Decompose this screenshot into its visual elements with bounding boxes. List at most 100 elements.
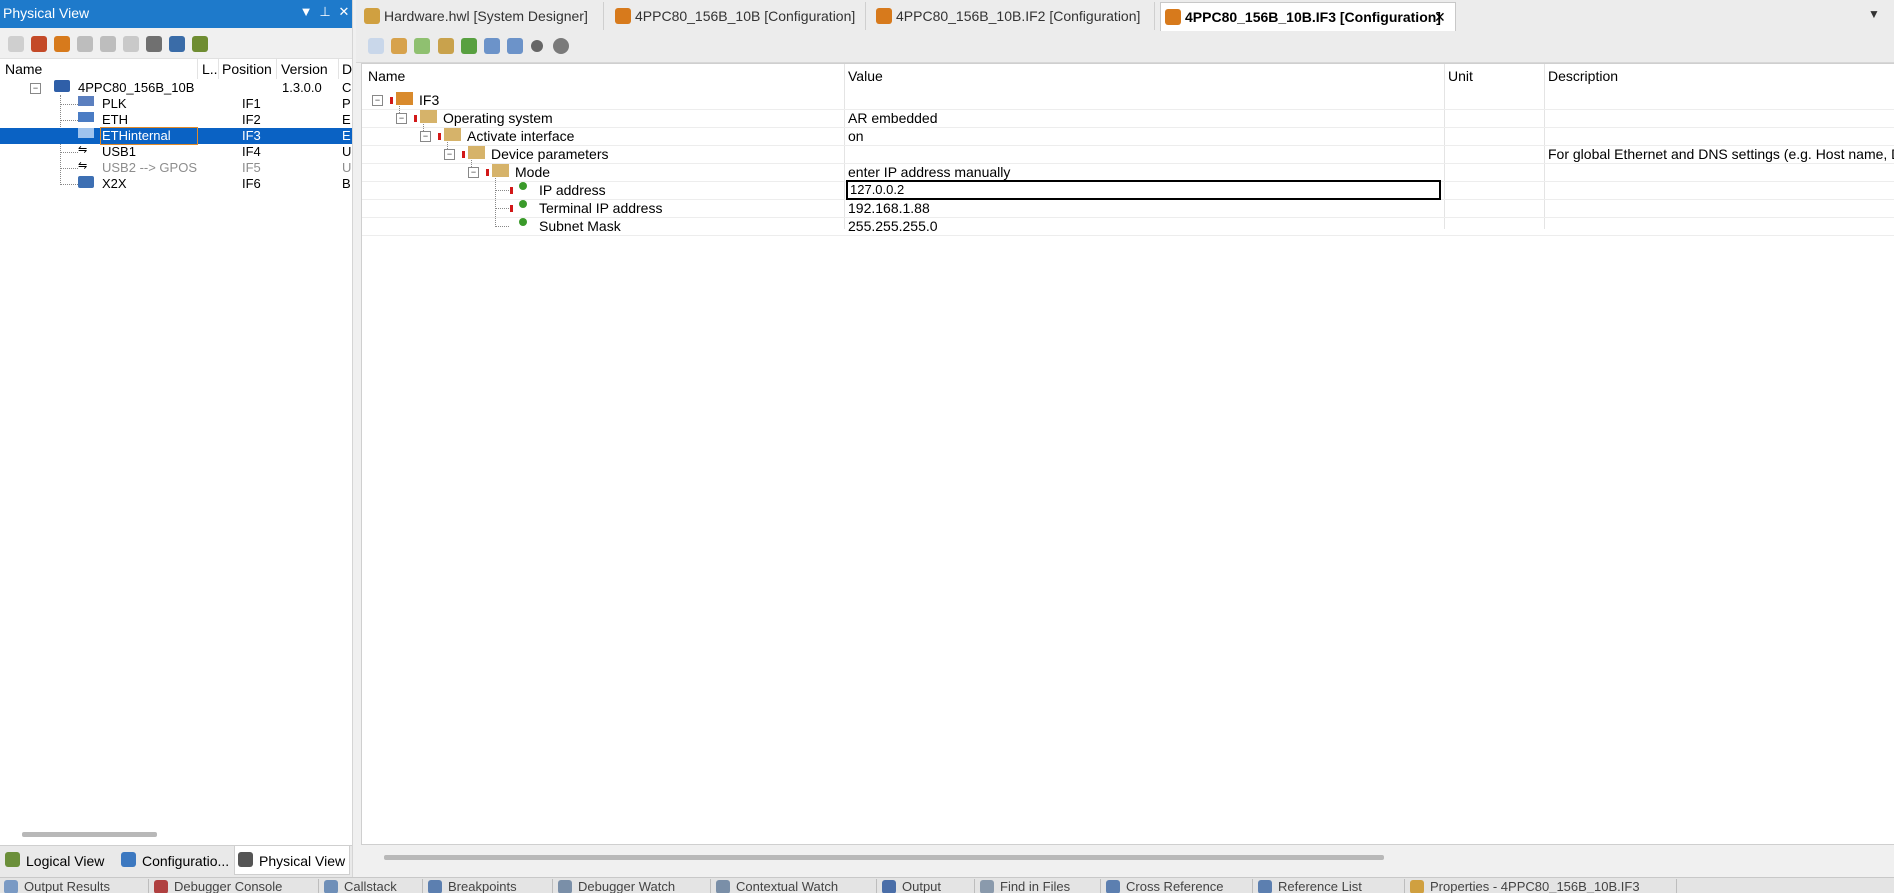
grid-row-if3[interactable]: − IF3 (362, 91, 1894, 110)
view-icon[interactable] (368, 38, 384, 54)
add-module-icon[interactable] (31, 36, 47, 52)
sort-ascending-icon[interactable] (507, 38, 523, 54)
grid-cell-value[interactable]: 255.255.255.0 (848, 218, 938, 234)
tab-if2-configuration[interactable]: 4PPC80_156B_10B.IF2 [Configuration] (872, 2, 1155, 30)
tab-configuration[interactable]: 4PPC80_156B_10B [Configuration] (611, 2, 866, 30)
tab-label: Breakpoints (448, 879, 517, 893)
close-icon[interactable]: ✕ (336, 4, 352, 22)
properties-icon (1410, 880, 1424, 893)
tab-label: Find in Files (1000, 879, 1071, 893)
tab-debugger-console[interactable]: Debugger Console (150, 879, 319, 893)
grid-row-operating-system[interactable]: − Operating system AR embedded (362, 109, 1894, 128)
tab-label: 4PPC80_156B_10B.IF2 [Configuration] (896, 8, 1141, 24)
collapse-icon[interactable]: − (468, 167, 479, 178)
tab-logical-view[interactable]: Logical View (0, 846, 113, 874)
tree-item-root[interactable]: − 4PPC80_156B_10B 1.3.0.0 C (0, 80, 352, 96)
collapse-icon[interactable]: − (396, 113, 407, 124)
record-icon[interactable] (531, 40, 543, 52)
column-header-description[interactable]: Description (1548, 68, 1618, 84)
grid-cell-value[interactable]: on (848, 128, 864, 144)
column-header-description[interactable]: D (342, 61, 352, 77)
tree-item-position: IF5 (242, 160, 261, 175)
network-icon[interactable] (169, 36, 185, 52)
tree-item-eth[interactable]: ETH IF2 E (0, 112, 352, 128)
configuration-icon (876, 8, 892, 24)
tab-output[interactable]: Output (878, 879, 975, 893)
tools-icon[interactable] (192, 36, 208, 52)
new-folder-icon[interactable] (391, 38, 407, 54)
tree-item-ethinternal[interactable]: ETHinternal IF3 E (0, 127, 352, 145)
ip-address-input[interactable]: 127.0.0.2 (846, 180, 1441, 200)
system-designer-icon (364, 8, 380, 24)
tree-item-desc: E (342, 128, 351, 143)
tree-item-usb2[interactable]: ⇋ USB2 --> GPOS IF5 U (0, 160, 352, 176)
folder-icon (492, 164, 509, 177)
panel-menu-dropdown-icon[interactable]: ▼ (298, 4, 314, 22)
tab-callstack[interactable]: Callstack (320, 879, 423, 893)
tree-header: Name L.. Position Version D (0, 59, 352, 79)
paste-icon[interactable] (100, 36, 116, 52)
grid-cell-name: IF3 (419, 92, 440, 108)
tree-item-name: ETH (102, 112, 128, 127)
tab-label: 4PPC80_156B_10B.IF3 [Configuration] (1185, 9, 1441, 25)
grid-cell-value[interactable]: AR embedded (848, 110, 938, 126)
pin-icon[interactable]: ⊥ (317, 4, 333, 22)
collapse-icon[interactable]: − (30, 83, 41, 94)
tab-properties[interactable]: Properties - 4PPC80_156B_10B.IF3 (1406, 879, 1677, 893)
tree-item-usb1[interactable]: ⇋ USB1 IF4 U (0, 144, 352, 160)
grid-row-subnet-mask[interactable]: Subnet Mask 255.255.255.0 (362, 217, 1894, 236)
search-icon[interactable] (146, 36, 162, 52)
tab-debugger-watch[interactable]: Debugger Watch (554, 879, 711, 893)
properties-icon[interactable] (123, 36, 139, 52)
collapse-icon[interactable]: − (372, 95, 383, 106)
column-header-value[interactable]: Value (848, 68, 883, 84)
required-marker-icon (414, 115, 417, 122)
column-header-unit[interactable]: Unit (1448, 68, 1473, 84)
tree-item-plk[interactable]: PLK IF1 P (0, 96, 352, 112)
add-parameter-icon[interactable] (414, 38, 430, 54)
collapse-icon[interactable]: − (420, 131, 431, 142)
column-header-name[interactable]: Name (368, 68, 405, 84)
tab-reference-list[interactable]: Reference List (1254, 879, 1405, 893)
grid-cell-value[interactable]: enter IP address manually (848, 164, 1010, 180)
configuration-icon[interactable] (54, 36, 70, 52)
grid-row-ip-address[interactable]: IP address 127.0.0.2 (362, 180, 1894, 200)
grid-row-terminal-ip-address[interactable]: Terminal IP address 192.168.1.88 (362, 199, 1894, 218)
required-marker-icon (438, 133, 441, 140)
interface-icon (396, 92, 413, 105)
tab-output-results[interactable]: Output Results (0, 879, 149, 893)
tab-label: Properties - 4PPC80_156B_10B.IF3 (1430, 879, 1640, 893)
physical-view-panel: Physical View ▼ ⊥ ✕ Name L.. Position Ve… (0, 0, 353, 877)
validate-icon[interactable] (461, 38, 477, 54)
column-header-l[interactable]: L.. (202, 61, 218, 77)
horizontal-scrollbar[interactable] (384, 855, 1384, 860)
navigate-icon[interactable] (438, 38, 454, 54)
tab-list-dropdown-icon[interactable]: ▼ (1868, 7, 1880, 21)
collapse-icon[interactable]: − (444, 149, 455, 160)
tree-item-desc: C (342, 80, 352, 95)
tab-contextual-watch[interactable]: Contextual Watch (712, 879, 877, 893)
tree-item-name: PLK (102, 96, 127, 111)
grid-row-activate-interface[interactable]: − Activate interface on (362, 127, 1894, 146)
tab-cross-reference[interactable]: Cross Reference (1102, 879, 1253, 893)
ethernet-icon (78, 128, 94, 138)
tab-breakpoints[interactable]: Breakpoints (424, 879, 553, 893)
tab-find-in-files[interactable]: Find in Files (976, 879, 1101, 893)
open-icon[interactable] (8, 36, 24, 52)
sort-descending-icon[interactable] (484, 38, 500, 54)
tab-hardware-hwl[interactable]: Hardware.hwl [System Designer] (360, 2, 604, 30)
grid-row-device-parameters[interactable]: − Device parameters For global Ethernet … (362, 145, 1894, 164)
tab-if3-configuration[interactable]: 4PPC80_156B_10B.IF3 [Configuration] ✕ (1160, 2, 1456, 31)
tab-configuration-view[interactable]: Configuratio... (118, 846, 230, 874)
tree-item-x2x[interactable]: X2X IF6 B (0, 176, 352, 192)
column-header-version[interactable]: Version (281, 61, 328, 77)
horizontal-scrollbar[interactable] (22, 832, 157, 837)
copy-icon[interactable] (77, 36, 93, 52)
folder-icon (420, 110, 437, 123)
settings-icon[interactable] (553, 38, 569, 54)
grid-cell-value[interactable]: 192.168.1.88 (848, 200, 930, 216)
close-tab-icon[interactable]: ✕ (1434, 9, 1446, 26)
column-header-position[interactable]: Position (222, 61, 272, 77)
column-header-name[interactable]: Name (5, 61, 42, 77)
tab-physical-view[interactable]: Physical View (234, 846, 350, 875)
